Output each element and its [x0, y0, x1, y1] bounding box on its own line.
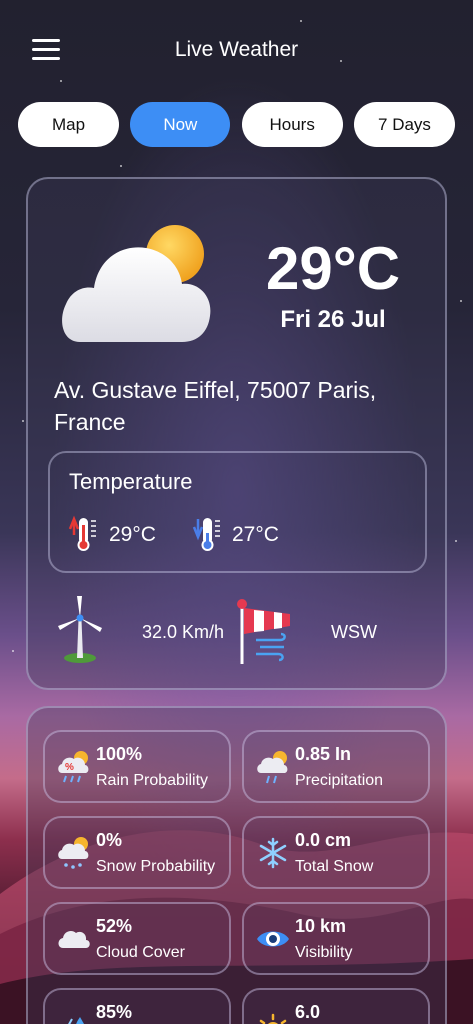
tile-rain-probability[interactable]: % 100% Rain Probability [43, 730, 231, 803]
temperature-high-value: 29°C [109, 523, 156, 546]
precipitation-value: 0.85 In [295, 744, 352, 764]
current-weather-card: 29°C Fri 26 Jul Av. Gustave Eiffel, 7500… [26, 177, 447, 690]
humidity-icon [68, 1017, 84, 1024]
tile-precipitation[interactable]: 0.85 In Precipitation [242, 730, 430, 803]
temperature-box: Temperature 29°C 27°C [48, 451, 427, 573]
thermometer-high-icon [68, 515, 96, 551]
location-address: Av. Gustave Eiffel, 75007 Paris, France [54, 377, 377, 435]
tile-cloud-cover[interactable]: 52% Cloud Cover [43, 902, 231, 975]
partly-cloudy-icon [62, 225, 211, 342]
cloud-icon [58, 930, 90, 948]
app-title: Live Weather [174, 38, 299, 61]
tab-hours[interactable]: Hours [241, 102, 343, 147]
snow-probability-label: Snow Probability [96, 858, 216, 875]
visibility-label: Visibility [295, 944, 353, 961]
snow-probability-value: 0% [96, 830, 123, 850]
snowflake-icon [259, 837, 287, 869]
precipitation-icon [257, 751, 288, 784]
app-header: Live Weather [0, 30, 473, 72]
tile-uv-index[interactable]: 6.0 [242, 988, 430, 1024]
eye-icon [257, 931, 289, 947]
current-temperature: 29°C [265, 235, 401, 302]
visibility-value: 10 km [295, 916, 347, 936]
weather-details-card: % 100% Rain Probability 0.85 In Precipit… [26, 706, 447, 1024]
rain-probability-label: Rain Probability [96, 772, 209, 789]
tile-visibility[interactable]: 10 km Visibility [242, 902, 430, 975]
tile-snow-probability[interactable]: 0% Snow Probability [43, 816, 231, 889]
tab-map[interactable]: Map [18, 102, 119, 147]
rain-probability-value: 100% [96, 744, 143, 764]
svg-text:%: % [65, 762, 74, 773]
wind-direction-value: WSW [331, 622, 377, 642]
tab-7-days[interactable]: 7 Days [353, 102, 455, 147]
tile-humidity[interactable]: 85% [43, 988, 231, 1024]
total-snow-value: 0.0 cm [295, 830, 352, 850]
total-snow-label: Total Snow [295, 858, 374, 875]
rain-probability-icon: % [58, 751, 89, 783]
cloud-cover-label: Cloud Cover [96, 944, 185, 961]
wind-turbine-icon [58, 596, 102, 663]
snow-probability-icon [58, 837, 89, 869]
cloud-cover-value: 52% [96, 916, 133, 936]
wind-speed-value: 32.0 Km/h [142, 622, 225, 642]
wind-row: 32.0 Km/h WSW [54, 594, 424, 669]
view-tabs: Map Now Hours 7 Days [18, 102, 455, 147]
humidity-value: 85% [96, 1002, 133, 1022]
windsock-icon [237, 599, 290, 664]
current-date: Fri 26 Jul [280, 306, 386, 333]
sun-uv-icon [259, 1013, 287, 1024]
tile-total-snow[interactable]: 0.0 cm Total Snow [242, 816, 430, 889]
temperature-low-value: 27°C [232, 523, 279, 546]
uv-index-value: 6.0 [295, 1002, 321, 1022]
tab-now[interactable]: Now [130, 102, 231, 147]
temperature-box-title: Temperature [69, 469, 193, 494]
thermometer-low-icon [192, 518, 220, 551]
precipitation-label: Precipitation [295, 772, 384, 789]
